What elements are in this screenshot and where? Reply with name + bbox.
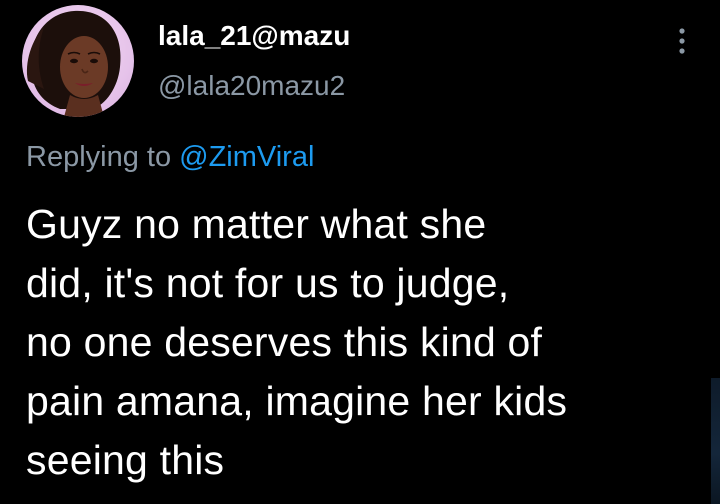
replying-to-line: Replying to @ZimViral [26, 141, 314, 174]
more-options-button[interactable] [664, 22, 700, 62]
author-avatar[interactable] [22, 5, 134, 117]
replied-user-mention[interactable]: @ZimViral [179, 141, 314, 173]
more-vertical-icon [679, 28, 685, 54]
avatar-image [26, 10, 121, 117]
tweet-card: lala_21@mazu @lala20mazu2 Replying to @Z… [0, 0, 720, 504]
author-display-name[interactable]: lala_21@mazu [158, 20, 350, 52]
author-handle[interactable]: @lala20mazu2 [158, 70, 345, 102]
adjacent-media-edge [711, 378, 720, 504]
replying-to-label: Replying to [26, 141, 172, 173]
tweet-body-text: Guyz no matter what she did, it's not fo… [26, 201, 568, 483]
